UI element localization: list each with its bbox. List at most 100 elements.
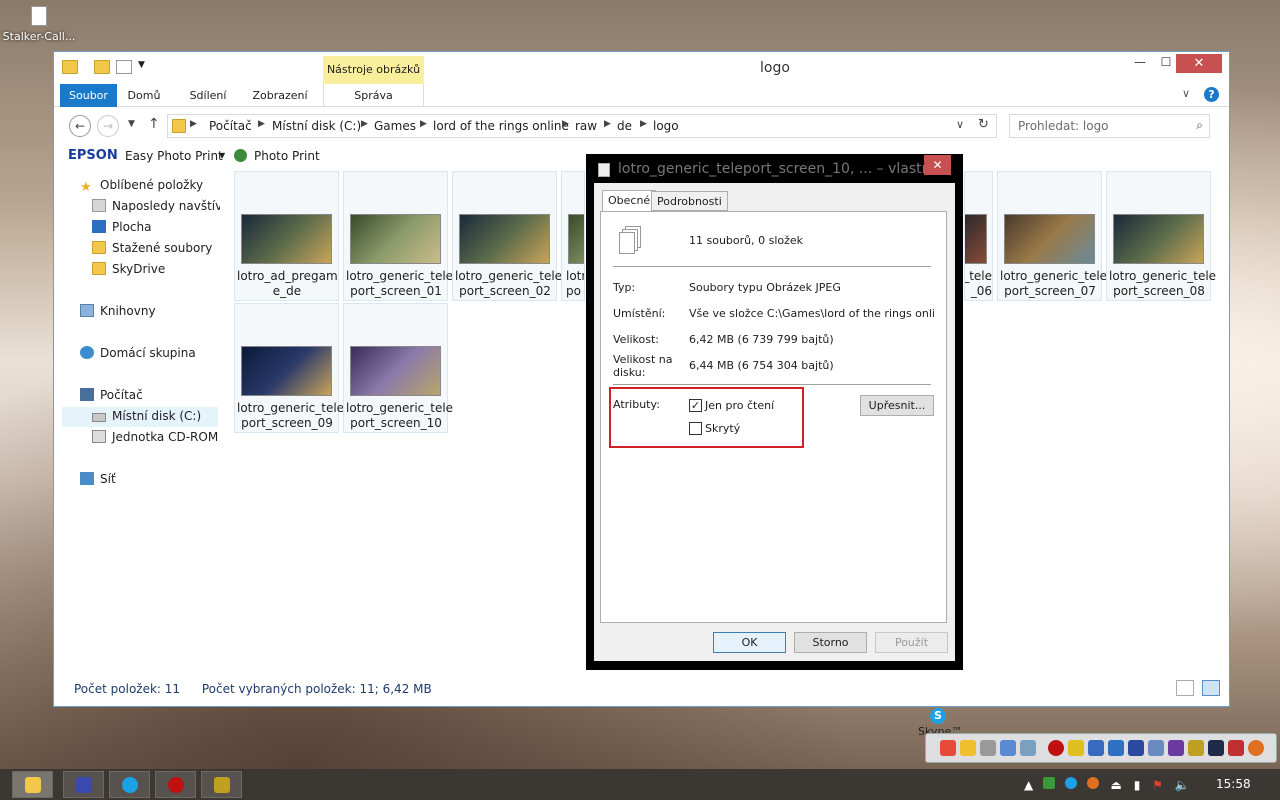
file-tile[interactable]: lotro_generic_tele port_screen_01 — [343, 171, 453, 301]
volume-icon[interactable]: 🔈 — [1175, 778, 1190, 792]
chevron-right-icon[interactable]: ▶ — [190, 119, 197, 129]
app-icon[interactable] — [1248, 740, 1264, 756]
tray-app-icon[interactable] — [1086, 777, 1099, 789]
taskbar-lotro[interactable] — [201, 771, 242, 798]
breadcrumb-local-disk[interactable]: Místní disk (C:) — [272, 119, 361, 133]
new-folder-icon[interactable] — [94, 60, 110, 74]
chevron-right-icon[interactable]: ▶ — [258, 119, 265, 129]
opera-icon[interactable] — [1048, 740, 1064, 756]
tab-home[interactable]: Domů — [124, 84, 164, 107]
chevron-right-icon[interactable]: ▶ — [640, 119, 647, 129]
taskbar-opera[interactable] — [155, 771, 196, 798]
taskbar-explorer[interactable] — [12, 771, 53, 798]
search-input[interactable]: Prohledat: logo ⌕ — [1009, 114, 1210, 138]
file-tile[interactable]: lotro_ad_pregam e_de — [234, 171, 339, 301]
breadcrumb-computer[interactable]: Počítač — [209, 119, 252, 133]
file-tile[interactable]: lotro_generic_tele port_screen_08 — [1106, 171, 1216, 301]
chevron-right-icon[interactable]: ▶ — [420, 119, 427, 129]
app-icon[interactable] — [1228, 740, 1244, 756]
thumbnails-view-icon[interactable] — [1201, 680, 1220, 696]
file-tile[interactable]: lotro_generic_tele port_screen_02 — [452, 171, 562, 301]
breadcrumb-lotro[interactable]: lord of the rings online — [433, 119, 569, 133]
taskbar-skype[interactable] — [109, 771, 150, 798]
chevron-right-icon[interactable]: ▶ — [361, 119, 368, 129]
tray-app-icon[interactable] — [1043, 777, 1056, 789]
nav-recent[interactable]: Naposledy navštíver — [92, 199, 220, 219]
file-tile[interactable]: lotr po — [561, 171, 585, 301]
app-icon[interactable] — [960, 740, 976, 756]
details-view-icon[interactable] — [1176, 680, 1194, 696]
taskbar-downloader[interactable] — [63, 771, 104, 798]
app-icon[interactable] — [1020, 740, 1036, 756]
back-button[interactable]: ← — [69, 115, 91, 137]
nav-libraries[interactable]: Knihovny — [80, 304, 156, 324]
chevron-right-icon[interactable]: ▶ — [604, 119, 611, 129]
nav-favorites[interactable]: ★ Oblíbené položky — [80, 178, 203, 198]
search-icon[interactable]: ⌕ — [1196, 118, 1203, 133]
tab-general[interactable]: Obecné — [602, 190, 657, 212]
desktop-icon[interactable]: Stalker-Call... — [2, 6, 76, 43]
easy-photo-print-button[interactable]: Easy Photo Print — [125, 149, 223, 163]
photo-print-button[interactable]: Photo Print — [254, 149, 320, 163]
properties-icon[interactable] — [116, 60, 132, 74]
breadcrumb-logo[interactable]: logo — [653, 119, 679, 133]
ok-button[interactable]: OK — [713, 632, 786, 653]
download-icon[interactable] — [1128, 740, 1144, 756]
tray-skype-icon[interactable] — [1064, 777, 1077, 789]
close-button[interactable]: ✕ — [1176, 54, 1222, 73]
app-icon[interactable] — [1148, 740, 1164, 756]
divider — [613, 384, 931, 385]
app-icon[interactable] — [1188, 740, 1204, 756]
minimize-button[interactable]: — — [1126, 55, 1154, 73]
nav-computer[interactable]: Počítač — [80, 388, 143, 408]
multiple-files-icon — [619, 226, 643, 254]
dialog-close-button[interactable]: ✕ — [924, 155, 951, 175]
clock[interactable]: 15:58 — [1216, 777, 1251, 791]
tab-share[interactable]: Sdílení — [182, 84, 234, 107]
app-icon[interactable] — [980, 740, 996, 756]
nav-downloads[interactable]: Stažené soubory — [92, 241, 212, 261]
usb-icon[interactable]: ⏏ — [1111, 778, 1122, 792]
app-icon[interactable] — [1168, 740, 1184, 756]
app-icon[interactable] — [1108, 740, 1124, 756]
app-icon[interactable] — [940, 740, 956, 756]
chevron-down-icon[interactable]: ▼ — [138, 60, 154, 74]
apply-button[interactable]: Použít — [875, 632, 948, 653]
recent-locations-icon[interactable]: ▼ — [128, 119, 135, 129]
nav-cdrom[interactable]: Jednotka CD-ROM ( — [92, 430, 220, 450]
app-icon[interactable] — [1000, 740, 1016, 756]
ribbon-expand-icon[interactable]: ∨ — [1182, 87, 1190, 100]
tray-expand-icon[interactable]: ▲ — [1024, 778, 1033, 792]
address-bar[interactable]: ▶ Počítač ▶ Místní disk (C:) ▶ Games ▶ l… — [167, 114, 997, 138]
file-tile[interactable]: lotro_generic_tele port_screen_09 — [234, 303, 344, 433]
forward-button[interactable]: → — [97, 115, 119, 137]
up-arrow-icon[interactable]: ↑ — [148, 116, 160, 132]
file-tile[interactable]: lotro_generic_tele port_screen_10 — [343, 303, 453, 433]
nav-network[interactable]: Síť — [80, 472, 116, 492]
app-icon[interactable] — [1068, 740, 1084, 756]
breadcrumb-games[interactable]: Games — [374, 119, 416, 133]
app-icon[interactable] — [1088, 740, 1104, 756]
file-tile[interactable]: lotro_generic_tele port_screen_07 — [997, 171, 1107, 301]
app-icon[interactable] — [1208, 740, 1224, 756]
tab-file[interactable]: Soubor — [60, 84, 117, 107]
flag-icon[interactable]: ⚑ — [1152, 778, 1163, 792]
tab-details[interactable]: Podrobnosti — [651, 191, 728, 211]
chevron-right-icon[interactable]: ▶ — [562, 119, 569, 129]
tab-view[interactable]: Zobrazení — [250, 84, 310, 107]
network-icon[interactable]: ▮ — [1134, 778, 1141, 792]
nav-homegroup[interactable]: Domácí skupina — [80, 346, 196, 366]
tab-manage[interactable]: Správa — [323, 84, 424, 106]
refresh-icon[interactable]: ↻ — [978, 117, 989, 132]
help-icon[interactable]: ? — [1204, 87, 1219, 102]
file-tile[interactable]: _tele _06 — [964, 171, 993, 301]
nav-skydrive[interactable]: SkyDrive — [92, 262, 165, 282]
nav-desktop[interactable]: Plocha — [92, 220, 151, 240]
breadcrumb-de[interactable]: de — [617, 119, 632, 133]
chevron-down-icon[interactable]: ▼ — [219, 151, 225, 160]
chevron-down-icon[interactable]: ∨ — [956, 118, 964, 131]
advanced-button[interactable]: Upřesnit... — [860, 395, 934, 416]
cancel-button[interactable]: Storno — [794, 632, 867, 653]
breadcrumb-raw[interactable]: raw — [575, 119, 597, 133]
nav-local-disk[interactable]: Místní disk (C:) — [62, 407, 218, 427]
